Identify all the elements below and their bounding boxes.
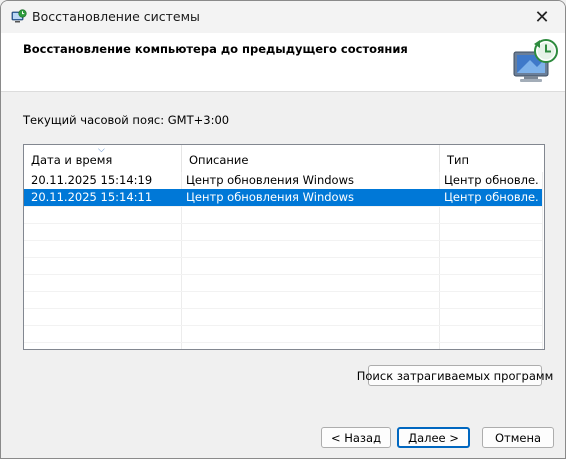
next-button[interactable]: Далее > <box>397 427 470 448</box>
table-row[interactable]: 20.11.2025 15:14:19 Центр обновления Win… <box>24 172 542 189</box>
row-separator <box>24 274 542 275</box>
cell-description: Центр обновления Windows <box>186 190 354 204</box>
row-separator <box>24 223 542 224</box>
sort-descending-icon: ⌵ <box>98 145 105 155</box>
row-separator <box>24 291 542 292</box>
cell-date: 20.11.2025 15:14:19 <box>31 173 153 187</box>
cell-type: Центр обновле... <box>444 173 540 187</box>
page-title: Восстановление компьютера до предыдущего… <box>23 42 408 56</box>
column-header-description[interactable]: Описание <box>182 145 440 172</box>
row-separator <box>24 257 542 258</box>
system-restore-window: Восстановление системы ✕ Восстановление … <box>0 0 566 459</box>
cell-description: Центр обновления Windows <box>186 173 354 187</box>
cell-type: Центр обновле... <box>444 190 540 204</box>
column-header-type[interactable]: Тип <box>440 145 544 172</box>
row-separator <box>24 325 542 326</box>
restore-points-table[interactable]: ⌵ Дата и время Описание Тип 20.11.2025 1… <box>23 144 545 350</box>
cell-date: 20.11.2025 15:14:11 <box>31 190 153 204</box>
column-header-date[interactable]: ⌵ Дата и время <box>24 145 182 172</box>
system-restore-icon <box>11 9 27 23</box>
row-separator <box>24 342 542 343</box>
close-icon: ✕ <box>534 6 550 28</box>
scan-affected-programs-button[interactable]: Поиск затрагиваемых программ <box>357 365 553 386</box>
close-button[interactable]: ✕ <box>519 1 565 33</box>
header-panel: Восстановление компьютера до предыдущего… <box>1 33 565 92</box>
row-separator <box>24 240 542 241</box>
back-button[interactable]: < Назад <box>321 427 391 448</box>
window-title: Восстановление системы <box>32 9 200 24</box>
table-row-selected[interactable]: 20.11.2025 15:14:11 Центр обновления Win… <box>24 189 542 206</box>
column-divider <box>542 172 543 349</box>
row-separator <box>24 206 542 207</box>
title-bar[interactable]: Восстановление системы ✕ <box>1 1 565 33</box>
cancel-button[interactable]: Отмена <box>482 427 554 448</box>
timezone-label: Текущий часовой пояс: GMT+3:00 <box>23 113 230 127</box>
computer-restore-icon <box>513 39 558 82</box>
row-separator <box>24 308 542 309</box>
